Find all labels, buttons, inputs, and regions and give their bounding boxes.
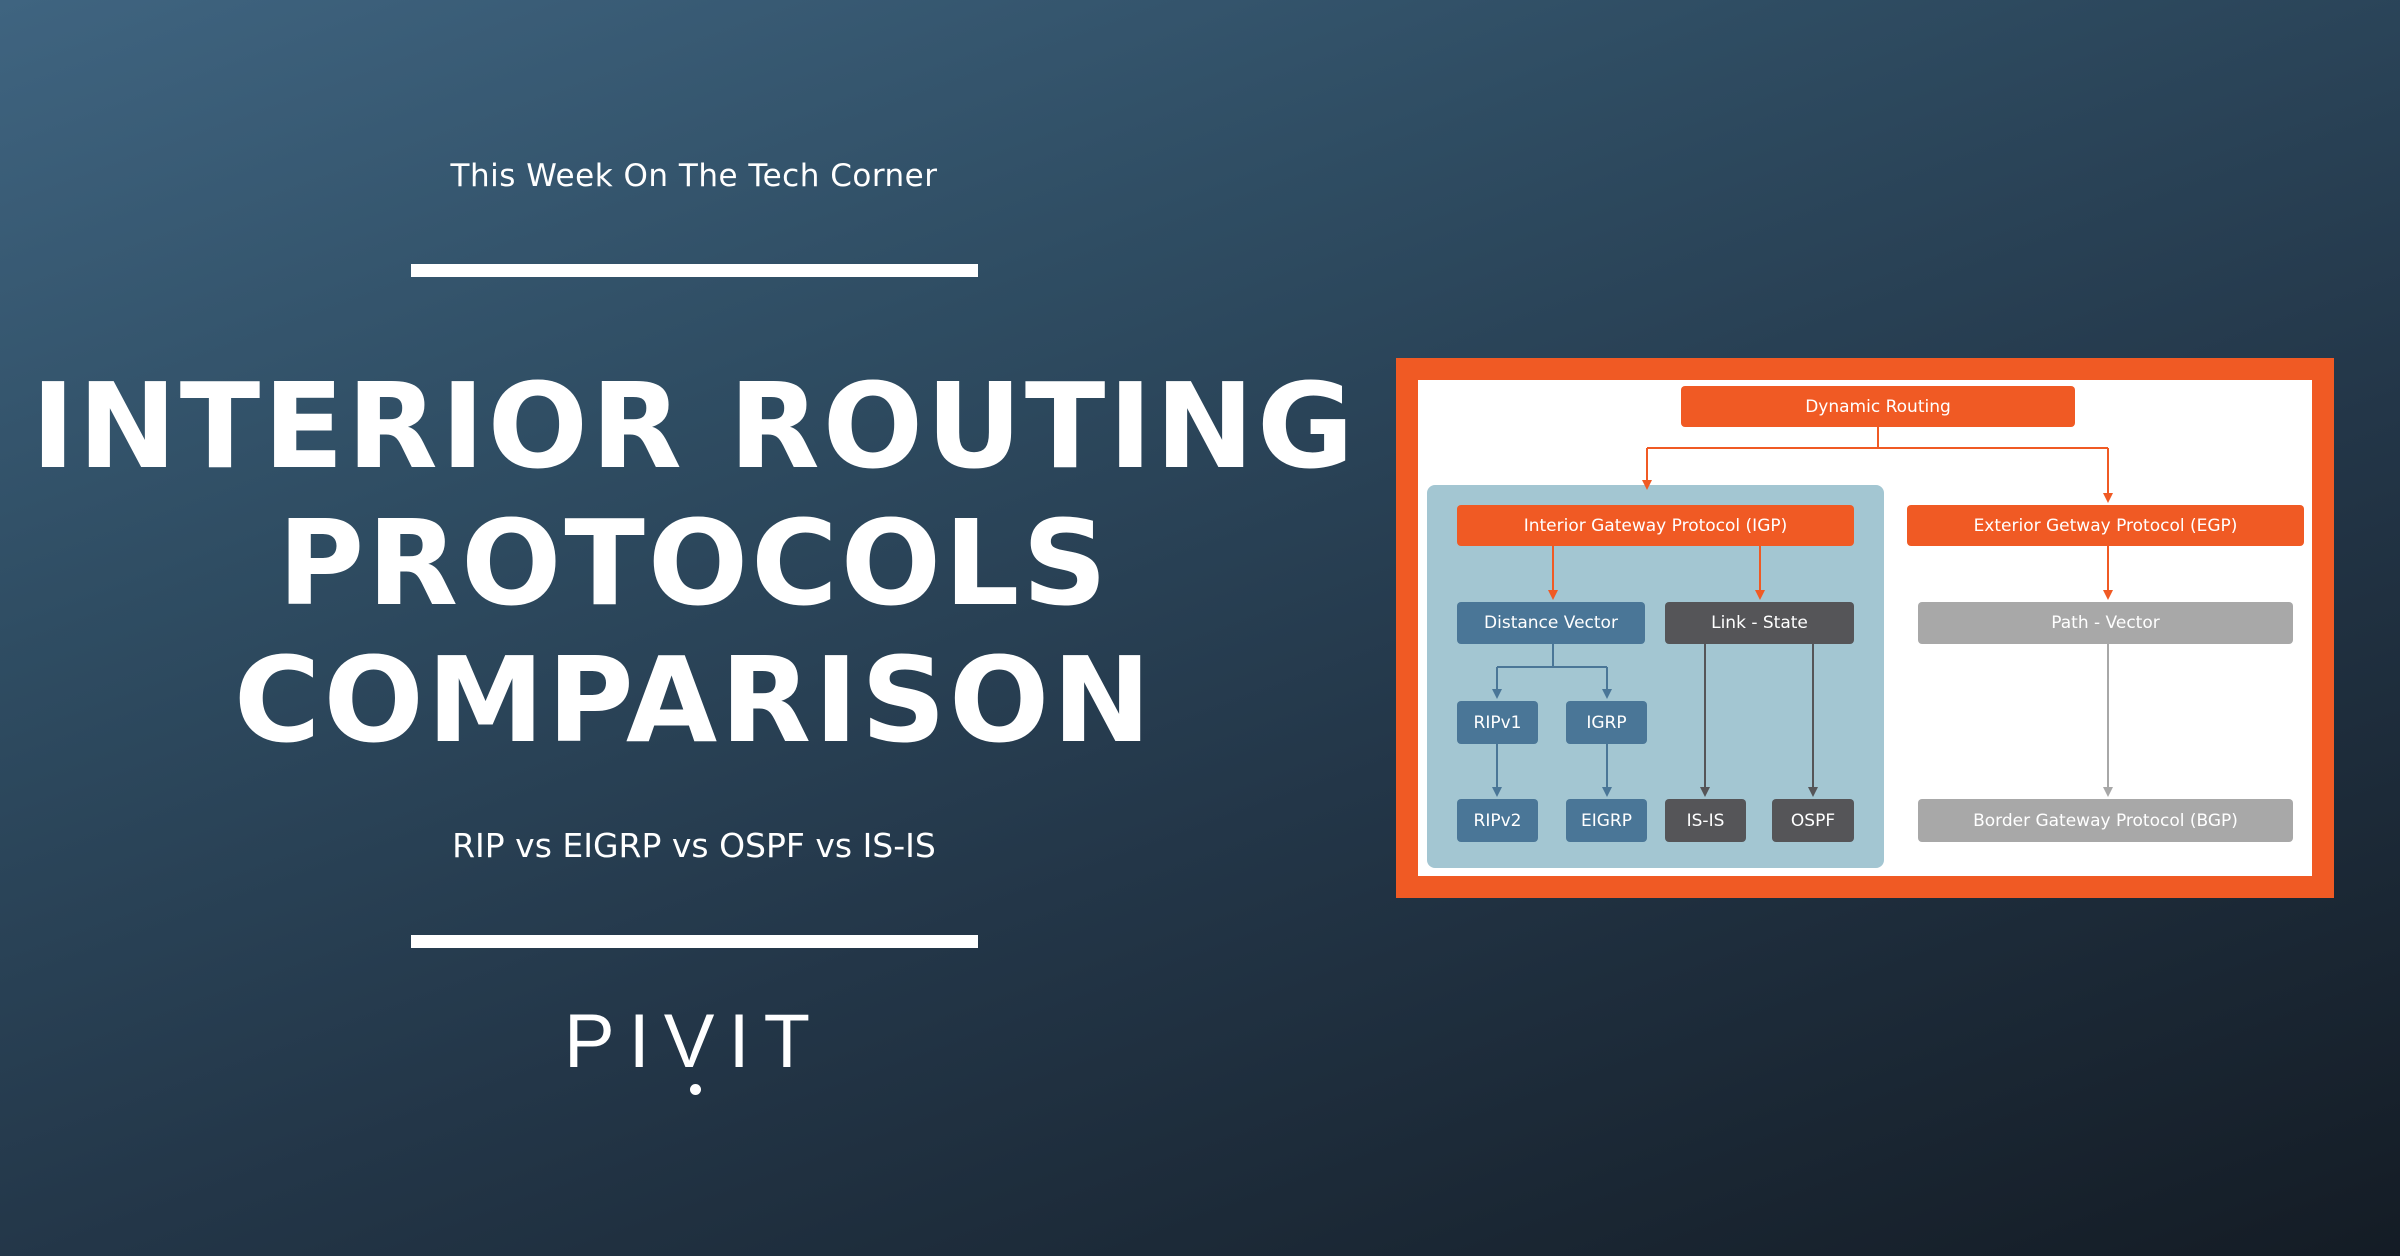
title-line-3: COMPARISON [233, 631, 1155, 769]
node-distance-vector: Distance Vector [1457, 602, 1645, 644]
title-line-2: PROTOCOLS [277, 494, 1111, 632]
node-ripv1: RIPv1 [1457, 701, 1538, 744]
node-igrp: IGRP [1566, 701, 1647, 744]
node-link-state: Link - State [1665, 602, 1854, 644]
subtitle: RIP vs EIGRP vs OSPF vs IS-IS [452, 826, 936, 865]
brand-logo: PIVIT [563, 999, 825, 1084]
node-igp: Interior Gateway Protocol (IGP) [1457, 505, 1854, 546]
kicker-text: This Week On The Tech Corner [450, 158, 938, 194]
title-line-1: INTERIOR ROUTING [31, 357, 1357, 495]
logo-dot-icon [690, 1084, 701, 1095]
node-is-is: IS-IS [1665, 799, 1746, 842]
divider-bottom [411, 935, 978, 948]
node-path-vector: Path - Vector [1918, 602, 2293, 644]
node-egp: Exterior Getway Protocol (EGP) [1907, 505, 2304, 546]
divider-top [411, 264, 978, 277]
node-eigrp: EIGRP [1566, 799, 1647, 842]
page-title: INTERIOR ROUTING PROTOCOLS COMPARISON [0, 358, 1388, 769]
node-bgp: Border Gateway Protocol (BGP) [1918, 799, 2293, 842]
node-ripv2: RIPv2 [1457, 799, 1538, 842]
node-dynamic-routing: Dynamic Routing [1681, 386, 2075, 427]
node-ospf: OSPF [1772, 799, 1854, 842]
